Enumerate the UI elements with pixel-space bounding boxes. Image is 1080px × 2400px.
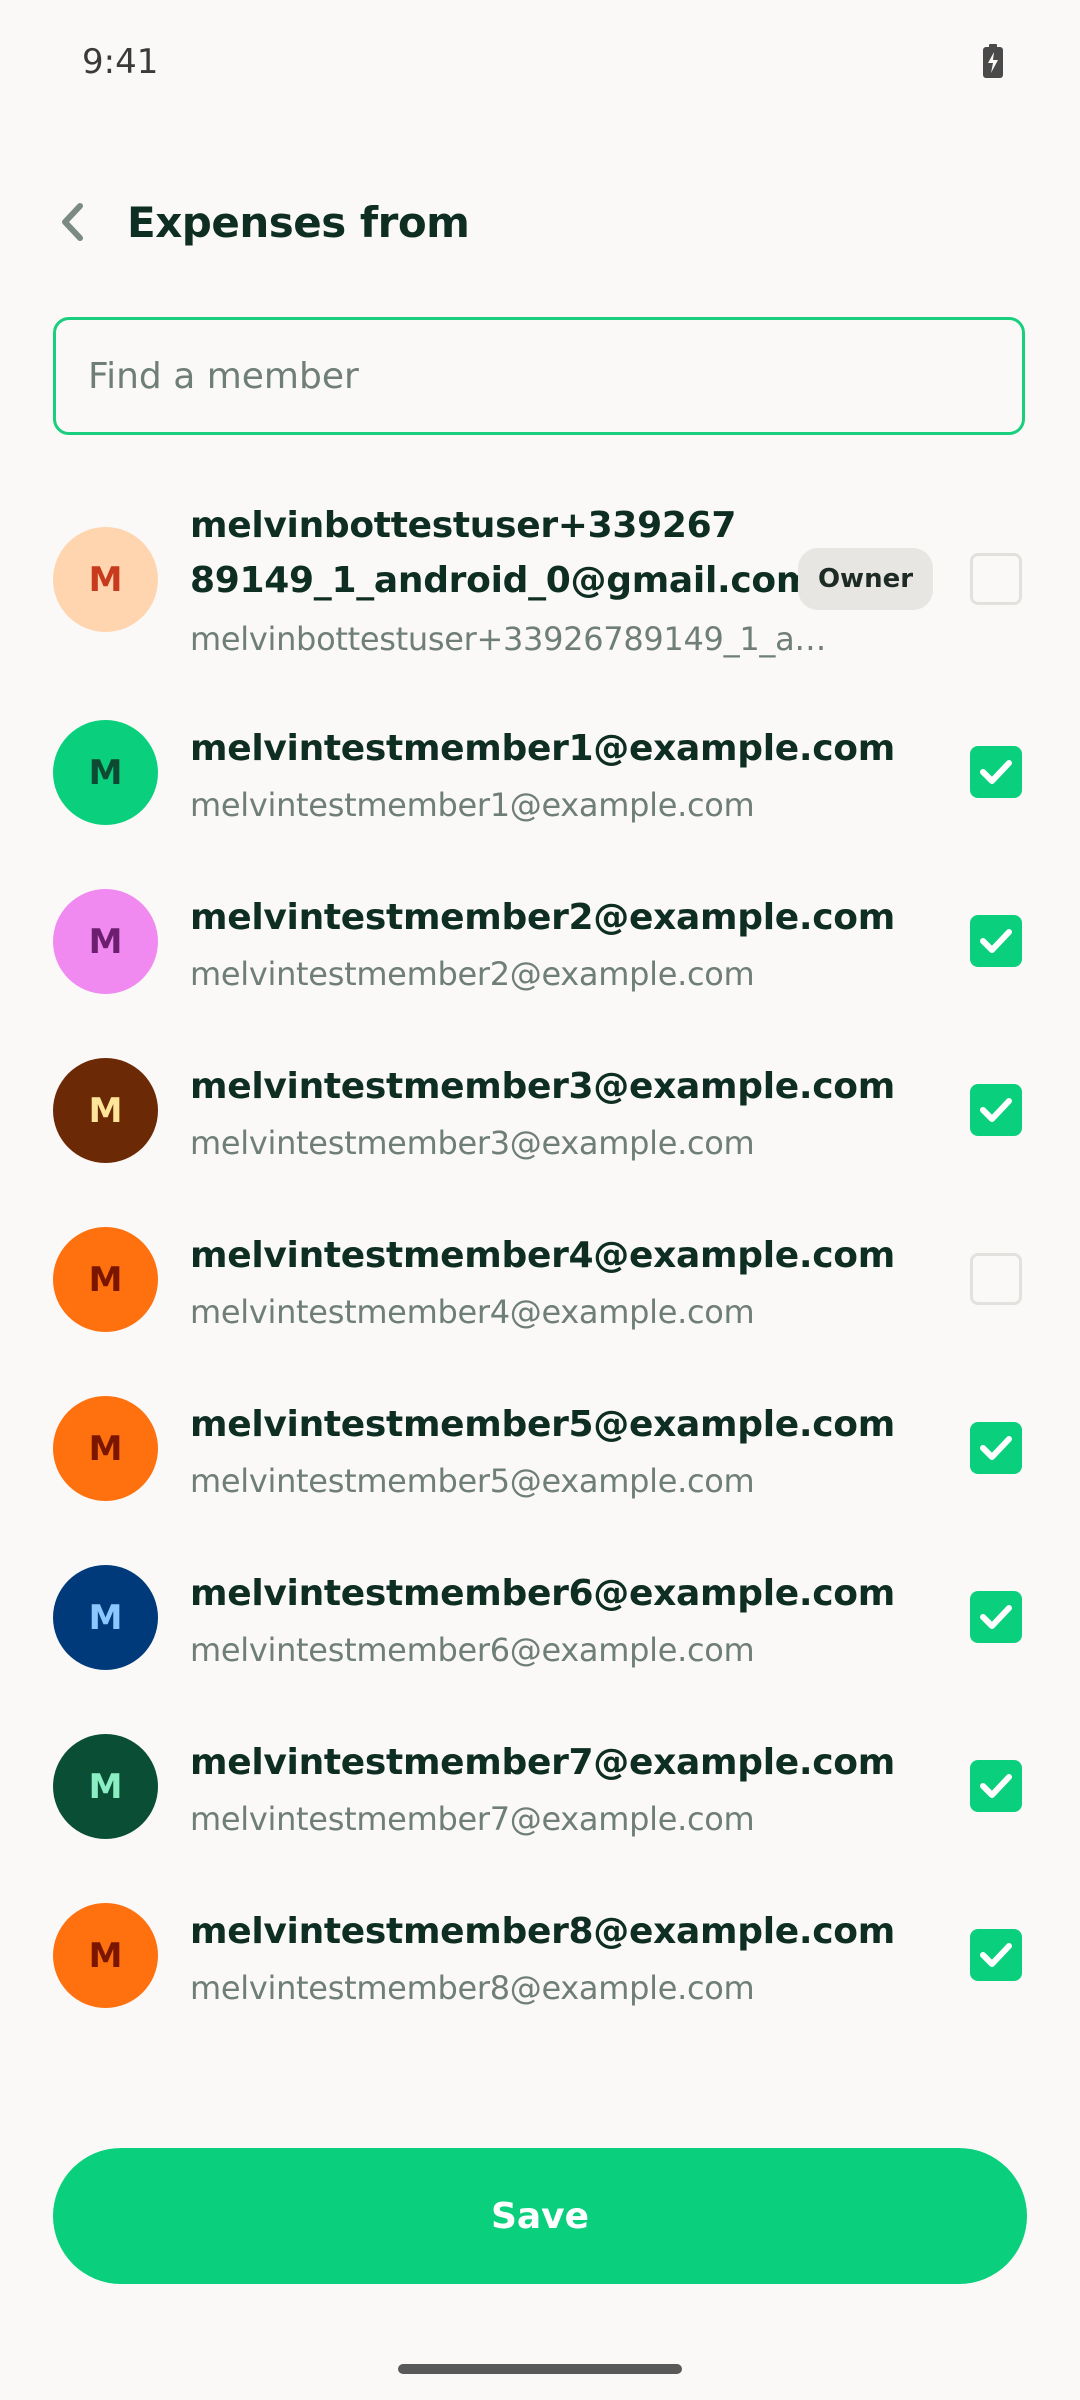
member-name: melvintestmember6@example.com: [190, 1573, 895, 1614]
member-email: melvinbottestuser+33926789149_1_a…: [190, 620, 827, 658]
member-checkbox[interactable]: [970, 1253, 1022, 1305]
member-row[interactable]: Mmelvintestmember8@example.com melvintest…: [0, 1903, 1080, 2063]
owner-badge: Owner: [798, 548, 933, 610]
member-name: melvintestmember8@example.com: [190, 1911, 895, 1952]
member-email: melvintestmember6@example.com: [190, 1631, 755, 1669]
member-email: melvintestmember5@example.com: [190, 1462, 755, 1500]
member-name: melvintestmember2@example.com: [190, 897, 895, 938]
header: Expenses from: [0, 180, 1080, 270]
avatar: M: [53, 527, 158, 632]
member-checkbox[interactable]: [970, 915, 1022, 967]
member-checkbox[interactable]: [970, 553, 1022, 605]
avatar: M: [53, 1903, 158, 2008]
member-email: melvintestmember2@example.com: [190, 955, 755, 993]
checkmark-icon: [979, 758, 1013, 786]
page-title: Expenses from: [127, 198, 470, 247]
member-checkbox[interactable]: [970, 1084, 1022, 1136]
member-checkbox[interactable]: [970, 1929, 1022, 1981]
battery-charging-icon: [983, 44, 1003, 78]
member-name: melvintestmember1@example.com: [190, 728, 895, 769]
member-email: melvintestmember3@example.com: [190, 1124, 755, 1162]
member-name: melvintestmember5@example.com: [190, 1404, 895, 1445]
member-row[interactable]: Mmelvintestmember4@example.com melvintest…: [0, 1227, 1080, 1387]
member-checkbox[interactable]: [970, 1591, 1022, 1643]
checkmark-icon: [979, 1941, 1013, 1969]
member-name-line2: 89149_1_android_0@gmail.com: [190, 560, 814, 601]
checkmark-icon: [979, 1096, 1013, 1124]
member-row[interactable]: Mmelvinbottestuser+339267 89149_1_android…: [0, 505, 1080, 675]
checkmark-icon: [979, 1603, 1013, 1631]
member-row[interactable]: Mmelvintestmember6@example.com melvintest…: [0, 1565, 1080, 1725]
member-checkbox[interactable]: [970, 746, 1022, 798]
status-bar: 9:41: [0, 0, 1080, 126]
search-field[interactable]: [53, 317, 1025, 435]
avatar: M: [53, 1565, 158, 1670]
member-name-line1: melvinbottestuser+339267: [190, 505, 737, 546]
member-email: melvintestmember8@example.com: [190, 1969, 755, 2007]
member-email: melvintestmember4@example.com: [190, 1293, 755, 1331]
save-button[interactable]: Save: [53, 2148, 1027, 2284]
avatar: M: [53, 889, 158, 994]
member-checkbox[interactable]: [970, 1422, 1022, 1474]
member-row[interactable]: Mmelvintestmember2@example.com melvintest…: [0, 889, 1080, 1049]
member-name: melvintestmember3@example.com: [190, 1066, 895, 1107]
member-name: melvintestmember7@example.com: [190, 1742, 895, 1783]
member-email: melvintestmember7@example.com: [190, 1800, 755, 1838]
home-indicator: [398, 2364, 682, 2374]
member-row[interactable]: Mmelvintestmember5@example.com melvintest…: [0, 1396, 1080, 1556]
avatar: M: [53, 1396, 158, 1501]
member-row[interactable]: Mmelvintestmember7@example.com melvintest…: [0, 1734, 1080, 1894]
member-row[interactable]: Mmelvintestmember3@example.com melvintest…: [0, 1058, 1080, 1218]
avatar: M: [53, 720, 158, 825]
back-button[interactable]: [44, 192, 100, 256]
member-email: melvintestmember1@example.com: [190, 786, 755, 824]
avatar: M: [53, 1734, 158, 1839]
member-checkbox[interactable]: [970, 1760, 1022, 1812]
status-time: 9:41: [82, 42, 159, 82]
avatar: M: [53, 1227, 158, 1332]
search-input[interactable]: [56, 320, 1022, 432]
checkmark-icon: [979, 1434, 1013, 1462]
member-row[interactable]: Mmelvintestmember1@example.com melvintest…: [0, 720, 1080, 880]
checkmark-icon: [979, 927, 1013, 955]
checkmark-icon: [979, 1772, 1013, 1800]
chevron-left-icon: [58, 202, 86, 247]
avatar: M: [53, 1058, 158, 1163]
member-name: melvintestmember4@example.com: [190, 1235, 895, 1276]
